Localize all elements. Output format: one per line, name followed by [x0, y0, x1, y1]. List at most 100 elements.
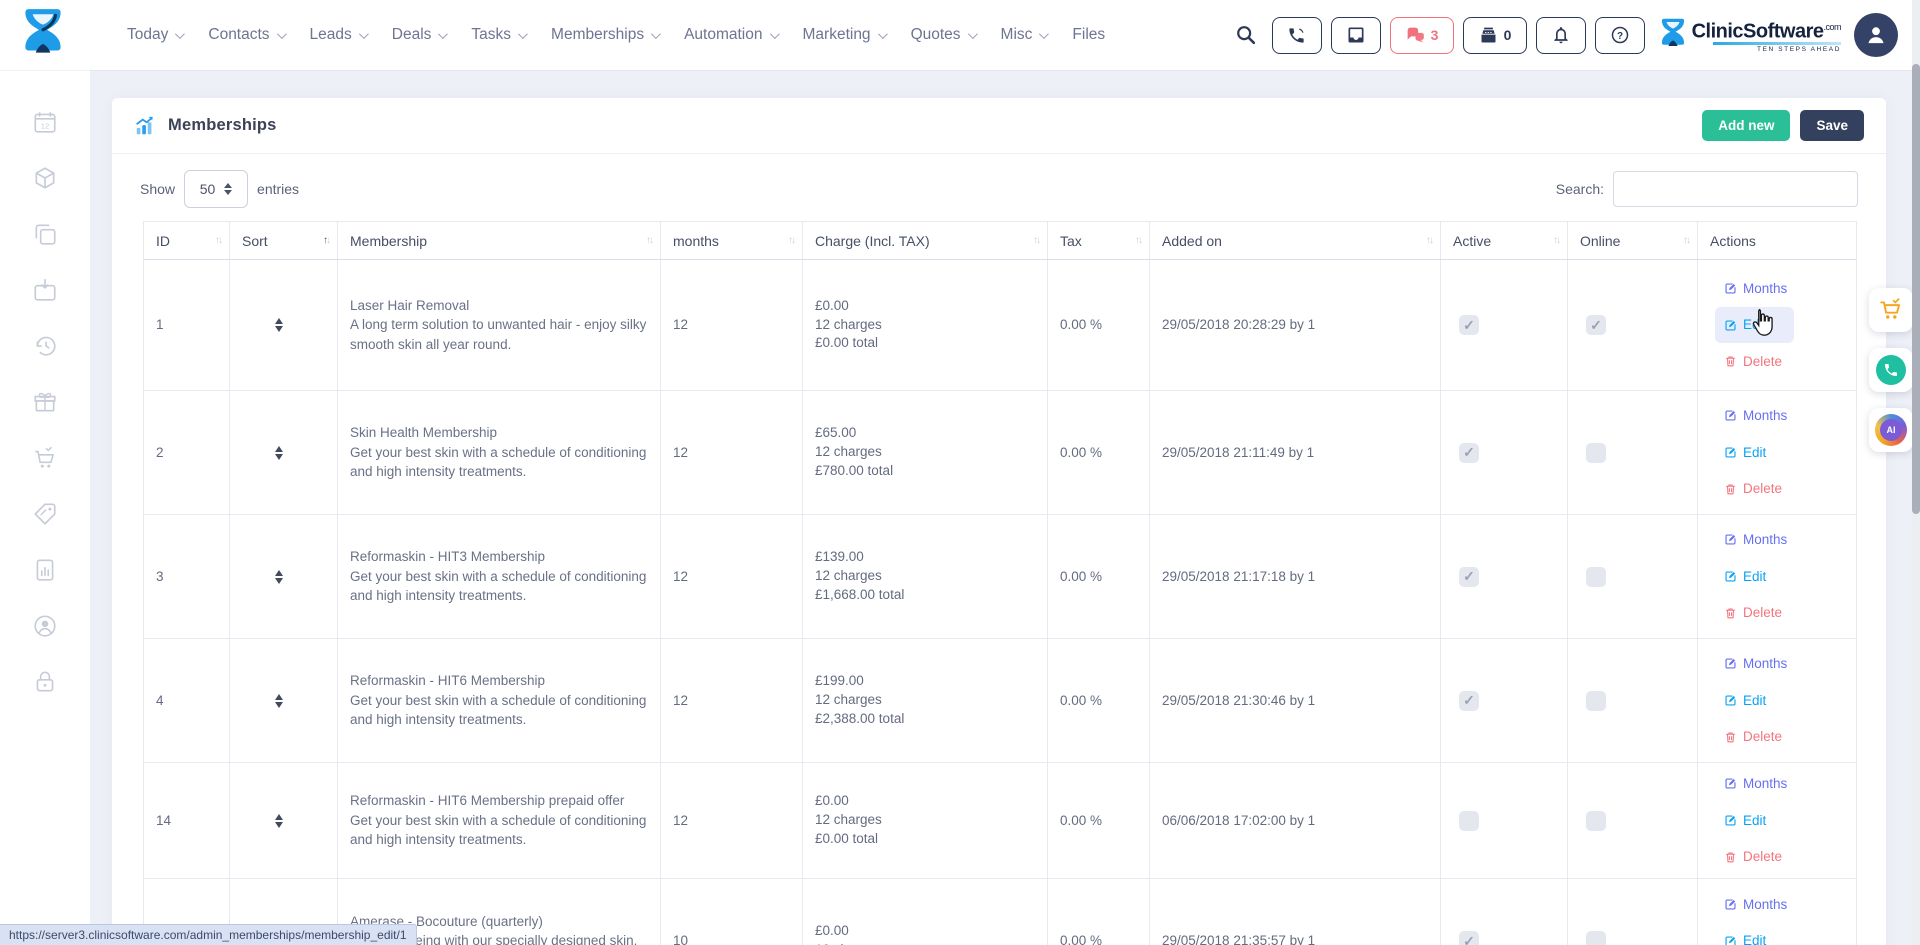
brand-logo[interactable]: ClinicSoftware.com TEN STEPS AHEAD — [1660, 17, 1841, 54]
edit-link[interactable]: Edit — [1715, 307, 1794, 343]
cell-actions: MonthsEditDelete — [1698, 879, 1856, 945]
active-checkbox[interactable] — [1459, 315, 1479, 335]
column-header-charge-incl-tax-[interactable]: Charge (Incl. TAX)↑↓ — [803, 222, 1048, 259]
drag-sort-icon[interactable] — [275, 318, 283, 332]
active-checkbox[interactable] — [1459, 567, 1479, 587]
drag-sort-icon[interactable] — [275, 814, 283, 828]
column-header-online[interactable]: Online↑↓ — [1568, 222, 1698, 259]
search-input[interactable] — [1613, 171, 1858, 207]
column-header-id[interactable]: ID↑↓ — [144, 222, 230, 259]
delete-link[interactable]: Delete — [1724, 603, 1782, 623]
help-button[interactable]: ? — [1595, 17, 1645, 54]
membership-name: Laser Hair Removal — [350, 296, 650, 316]
online-checkbox[interactable] — [1586, 443, 1606, 463]
months-link[interactable]: Months — [1724, 406, 1787, 426]
delete-link[interactable]: Delete — [1724, 727, 1782, 747]
online-checkbox[interactable] — [1586, 315, 1606, 335]
months-link[interactable]: Months — [1724, 654, 1787, 674]
nav-item-leads[interactable]: Leads — [310, 26, 366, 44]
logo-hourglass-icon[interactable] — [22, 7, 64, 63]
months-link[interactable]: Months — [1724, 530, 1787, 550]
lock-icon[interactable] — [32, 669, 58, 695]
report-icon[interactable] — [32, 557, 58, 583]
tag-icon[interactable] — [32, 501, 58, 527]
nav-item-today[interactable]: Today — [127, 26, 182, 44]
active-checkbox[interactable] — [1459, 443, 1479, 463]
delete-link[interactable]: Delete — [1724, 847, 1782, 867]
calendar-import-icon[interactable] — [32, 277, 58, 303]
nav-item-tasks[interactable]: Tasks — [471, 26, 525, 44]
online-checkbox[interactable] — [1586, 567, 1606, 587]
column-header-months[interactable]: months↑↓ — [661, 222, 803, 259]
package-icon[interactable] — [32, 165, 58, 191]
edit-link[interactable]: Edit — [1724, 691, 1766, 711]
copy-icon[interactable] — [32, 221, 58, 247]
search-icon[interactable] — [1229, 17, 1263, 54]
active-checkbox[interactable] — [1459, 691, 1479, 711]
register-button[interactable]: 0 — [1463, 17, 1527, 54]
edit-link[interactable]: Edit — [1724, 443, 1766, 463]
table-header-row: ID↑↓Sort↑↓Membership↑↓months↑↓Charge (In… — [144, 222, 1856, 260]
cell-online — [1568, 763, 1698, 878]
call-widget[interactable] — [1869, 348, 1913, 392]
scrollbar-thumb[interactable] — [1912, 64, 1920, 514]
cart-widget[interactable] — [1869, 288, 1913, 332]
online-checkbox[interactable] — [1586, 691, 1606, 711]
delete-link[interactable]: Delete — [1724, 479, 1782, 499]
nav-item-marketing[interactable]: Marketing — [803, 26, 885, 44]
select-arrows-icon — [224, 183, 232, 195]
floating-widgets: AI — [1869, 288, 1913, 452]
chat-button[interactable]: 3 — [1390, 17, 1454, 54]
scrollbar-track[interactable] — [1912, 0, 1920, 945]
gift-icon[interactable] — [32, 389, 58, 415]
nav-item-misc[interactable]: Misc — [1001, 26, 1047, 44]
months-link[interactable]: Months — [1724, 774, 1787, 794]
nav-item-contacts[interactable]: Contacts — [208, 26, 283, 44]
edit-link[interactable]: Edit — [1724, 567, 1766, 587]
membership-name: Reformaskin - HIT6 Membership — [350, 671, 650, 691]
edit-link[interactable]: Edit — [1724, 811, 1766, 831]
column-header-tax[interactable]: Tax↑↓ — [1048, 222, 1150, 259]
column-header-active[interactable]: Active↑↓ — [1441, 222, 1568, 259]
cart-icon[interactable] — [32, 445, 58, 471]
months-link[interactable]: Months — [1724, 895, 1787, 915]
add-new-button[interactable]: Add new — [1702, 110, 1790, 141]
nav-item-memberships[interactable]: Memberships — [551, 26, 658, 44]
drag-sort-icon[interactable] — [275, 570, 283, 584]
online-checkbox[interactable] — [1586, 811, 1606, 831]
history-icon[interactable] — [32, 333, 58, 359]
cell-actions: Months Edit Delete — [1698, 515, 1856, 638]
active-checkbox[interactable] — [1459, 811, 1479, 831]
months-link[interactable]: Months — [1724, 279, 1787, 299]
column-header-added-on[interactable]: Added on↑↓ — [1150, 222, 1441, 259]
inbox-button[interactable] — [1331, 17, 1381, 54]
cell-tax: 0.00 % — [1048, 260, 1150, 390]
column-header-membership[interactable]: Membership↑↓ — [338, 222, 661, 259]
nav-item-files[interactable]: Files — [1072, 26, 1105, 44]
nav-item-automation[interactable]: Automation — [684, 26, 776, 44]
main-area: Memberships Add new Save Show 50 entries… — [90, 70, 1920, 945]
active-checkbox[interactable] — [1459, 931, 1479, 945]
cell-active — [1441, 391, 1568, 514]
drag-sort-icon[interactable] — [275, 446, 283, 460]
inbox-icon — [1346, 25, 1366, 45]
cell-active — [1441, 515, 1568, 638]
user-avatar[interactable] — [1854, 13, 1898, 57]
account-icon[interactable] — [32, 613, 58, 639]
phone-button[interactable] — [1272, 17, 1322, 54]
nav-item-deals[interactable]: Deals — [392, 26, 446, 44]
nav-item-quotes[interactable]: Quotes — [911, 26, 975, 44]
delete-link[interactable]: Delete — [1724, 352, 1782, 372]
topbar: Today Contacts Leads Deals Tasks Memberships A… — [0, 0, 1920, 70]
calendar-icon[interactable]: 12 — [32, 109, 58, 135]
save-button[interactable]: Save — [1800, 110, 1864, 141]
edit-icon — [1724, 694, 1737, 707]
column-header-sort[interactable]: Sort↑↓ — [230, 222, 338, 259]
edit-link[interactable]: Edit — [1724, 931, 1766, 945]
online-checkbox[interactable] — [1586, 931, 1606, 945]
page-size-select[interactable]: 50 — [184, 170, 248, 208]
drag-sort-icon[interactable] — [275, 694, 283, 708]
notifications-button[interactable] — [1536, 17, 1586, 54]
ai-widget[interactable]: AI — [1869, 408, 1913, 452]
sort-arrows-icon: ↑↓ — [1135, 235, 1141, 246]
